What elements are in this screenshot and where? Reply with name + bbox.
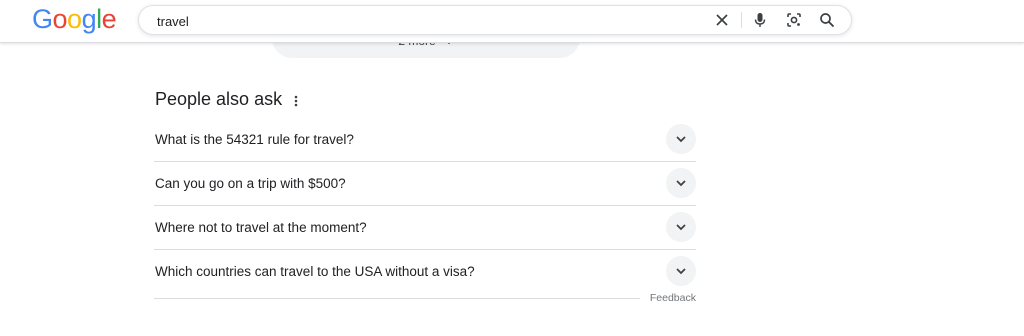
mic-icon[interactable] — [751, 11, 769, 29]
paa-footer: Feedback — [154, 292, 696, 306]
people-also-ask-title: People also ask — [155, 89, 283, 109]
search-input[interactable] — [155, 10, 699, 32]
logo-letter: o — [67, 4, 82, 34]
chevron-down-icon[interactable] — [666, 168, 696, 198]
logo-letter: o — [52, 4, 68, 34]
header-bar: Google — [0, 0, 1024, 43]
paa-question-text: Which countries can travel to the USA wi… — [155, 264, 475, 279]
more-options-icon[interactable] — [290, 92, 302, 110]
chevron-down-icon[interactable] — [666, 212, 696, 242]
people-also-ask-list: What is the 54321 rule for travel? Can y… — [154, 118, 696, 293]
paa-question[interactable]: Where not to travel at the moment? — [154, 206, 696, 250]
close-icon[interactable] — [713, 11, 731, 29]
paa-question-text: Can you go on a trip with $500? — [155, 176, 346, 191]
feedback-link[interactable]: Feedback — [650, 292, 696, 304]
camera-lens-icon[interactable] — [785, 11, 803, 29]
logo-letter: g — [81, 4, 97, 34]
chevron-down-icon[interactable] — [666, 124, 696, 154]
search-divider — [741, 12, 742, 28]
paa-question-text: What is the 54321 rule for travel? — [155, 132, 354, 147]
google-logo[interactable]: Google — [32, 4, 117, 35]
search-icon[interactable] — [818, 11, 836, 29]
paa-question[interactable]: Which countries can travel to the USA wi… — [154, 250, 696, 293]
logo-letter: e — [101, 4, 117, 34]
paa-question-text: Where not to travel at the moment? — [155, 220, 367, 235]
footer-divider — [154, 298, 640, 299]
chevron-down-icon[interactable] — [666, 256, 696, 286]
logo-letter: G — [32, 4, 53, 34]
paa-question[interactable]: Can you go on a trip with $500? — [154, 162, 696, 206]
paa-question[interactable]: What is the 54321 rule for travel? — [154, 118, 696, 162]
search-box[interactable] — [138, 5, 852, 35]
